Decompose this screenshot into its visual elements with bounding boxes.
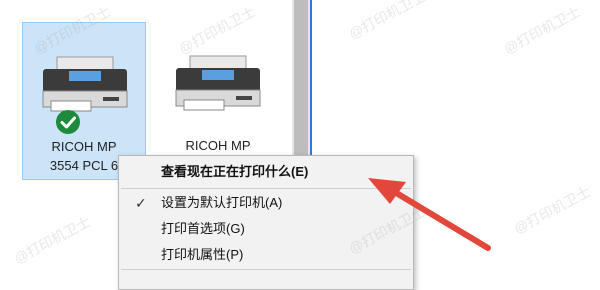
default-check-icon — [56, 110, 80, 134]
printer-icon — [42, 56, 128, 112]
red-arrow-annotation — [368, 178, 491, 251]
device-name-line1: RICOH MP — [185, 138, 251, 153]
menu-item-label: 设置为默认打印机(A) — [161, 195, 283, 210]
menu-item-label: 查看现在正在打印什么(E) — [161, 164, 309, 179]
menu-item-label: 打印机属性(P) — [161, 247, 244, 262]
menu-separator — [121, 269, 411, 270]
menu-item-label: 打印首选项(G) — [161, 221, 245, 236]
device-name-line1: RICOH MP — [51, 139, 117, 154]
checkmark-icon: ✓ — [135, 195, 147, 211]
printer-icon — [175, 55, 261, 111]
